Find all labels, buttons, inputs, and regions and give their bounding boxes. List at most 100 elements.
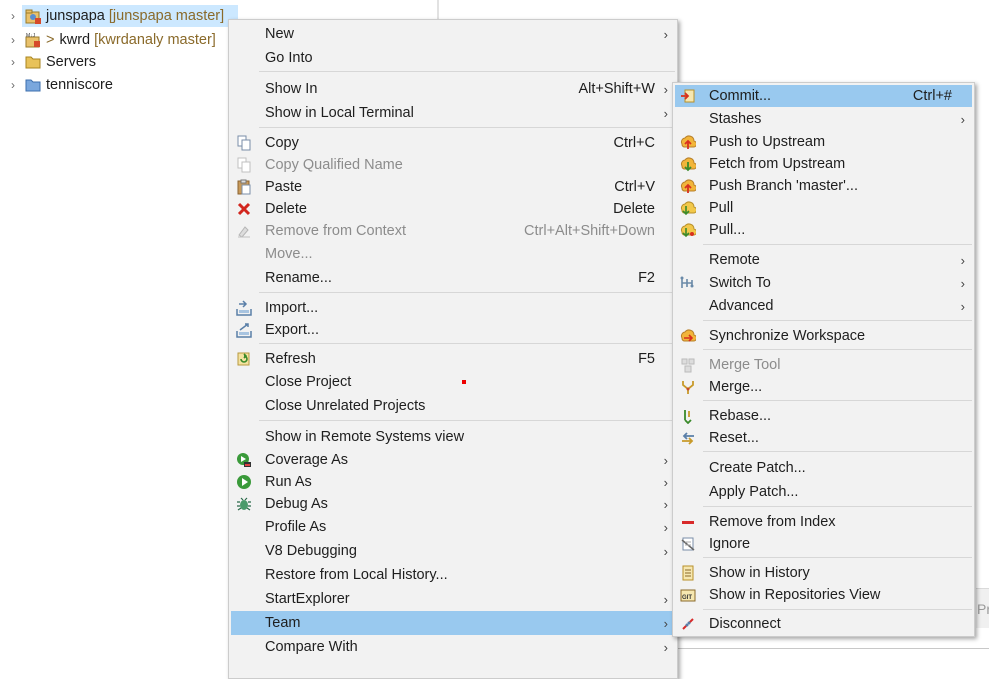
menu-item-export[interactable]: Export... <box>231 319 675 341</box>
menu-item-profile-as[interactable]: Profile As › <box>231 516 675 538</box>
menu-item-show-in-remote-systems-view[interactable]: Show in Remote Systems view <box>231 426 675 448</box>
import-icon <box>235 299 253 317</box>
copy-qualified-icon <box>235 156 253 174</box>
reset-icon <box>679 429 697 447</box>
menu-item-create-patch[interactable]: Create Patch... <box>675 457 972 479</box>
menu-item-go-into[interactable]: Go Into <box>231 47 675 69</box>
refresh-icon <box>235 350 253 368</box>
submenu-arrow-icon: › <box>663 105 668 121</box>
menu-item-push-branch[interactable]: Push Branch 'master'... <box>675 175 972 197</box>
menu-item-commit[interactable]: Commit... Ctrl+# <box>675 85 972 107</box>
menu-item-remote[interactable]: Remote › <box>675 249 972 271</box>
properties-view-tab[interactable]: Pro <box>976 588 989 628</box>
menu-item-disconnect[interactable]: Disconnect <box>675 613 972 635</box>
export-icon <box>235 321 253 339</box>
chevron-right-icon[interactable]: › <box>7 78 19 92</box>
menu-item-show-in-repositories-view[interactable]: GIT Show in Repositories View <box>675 584 972 606</box>
menu-item-move[interactable]: Move... <box>231 243 675 265</box>
menu-item-copy[interactable]: Copy Ctrl+C <box>231 132 675 154</box>
closed-project-folder-icon <box>25 77 41 93</box>
debug-bug-icon <box>235 495 253 513</box>
menu-item-pull[interactable]: Pull <box>675 197 972 219</box>
paste-icon <box>235 178 253 196</box>
menu-item-copy-qualified-name[interactable]: Copy Qualified Name <box>231 154 675 176</box>
maven-project-icon: M↓J <box>25 32 41 48</box>
partial-tab-label: Pro <box>977 601 989 617</box>
view-border <box>678 648 989 649</box>
menu-separator <box>703 506 972 507</box>
run-icon <box>235 473 253 491</box>
submenu-arrow-icon: › <box>960 111 965 127</box>
history-icon <box>679 564 697 582</box>
menu-item-team[interactable]: Team › <box>231 611 675 635</box>
menu-item-apply-patch[interactable]: Apply Patch... <box>675 481 972 503</box>
menu-item-ignore[interactable]: Ignore <box>675 533 972 555</box>
menu-item-pull-dialog[interactable]: Pull... <box>675 219 972 241</box>
menu-item-v8-debugging[interactable]: V8 Debugging › <box>231 540 675 562</box>
menu-item-reset[interactable]: Reset... <box>675 427 972 449</box>
menu-item-refresh[interactable]: Refresh F5 <box>231 348 675 370</box>
submenu-arrow-icon: › <box>663 615 668 631</box>
team-submenu: Commit... Ctrl+# Stashes › Push to Upstr… <box>672 82 975 637</box>
menu-item-import[interactable]: Import... <box>231 297 675 319</box>
menu-item-merge[interactable]: Merge... <box>675 376 972 398</box>
menu-item-restore-from-local-history[interactable]: Restore from Local History... <box>231 564 675 586</box>
tree-item-junspapa[interactable]: › junspapa [junspapa master] <box>0 5 238 27</box>
delete-x-icon <box>235 200 253 218</box>
chevron-right-icon[interactable]: › <box>7 9 19 23</box>
menu-item-advanced[interactable]: Advanced › <box>675 295 972 317</box>
chevron-right-icon[interactable]: › <box>7 33 19 47</box>
menu-item-show-in-local-terminal[interactable]: Show in Local Terminal › <box>231 102 675 124</box>
chevron-right-icon[interactable]: › <box>7 55 19 69</box>
menu-item-remove-from-context[interactable]: Remove from Context Ctrl+Alt+Shift+Down <box>231 220 675 242</box>
menu-item-remove-from-index[interactable]: Remove from Index <box>675 511 972 533</box>
menu-item-show-in[interactable]: Show In Alt+Shift+W › <box>231 78 675 100</box>
svg-text:M↓J: M↓J <box>26 33 36 39</box>
menu-item-run-as[interactable]: Run As › <box>231 471 675 493</box>
tree-item-kwrd[interactable]: › M↓J > kwrd [kwrdanaly master] <box>0 29 216 51</box>
menu-separator <box>703 609 972 610</box>
tree-item-label: tenniscore <box>46 77 113 93</box>
menu-item-new[interactable]: New › <box>231 23 675 45</box>
menu-item-close-project[interactable]: Close Project <box>231 371 675 393</box>
menu-item-show-in-history[interactable]: Show in History <box>675 562 972 584</box>
submenu-arrow-icon: › <box>663 543 668 559</box>
merge-icon <box>679 378 697 396</box>
explorer-divider <box>437 0 439 20</box>
remove-minus-icon <box>679 513 697 531</box>
menu-separator <box>703 320 972 321</box>
git-repository-icon: GIT <box>679 586 697 604</box>
git-branch-decoration: [kwrdanaly master] <box>94 32 216 48</box>
menu-item-push-to-upstream[interactable]: Push to Upstream <box>675 131 972 153</box>
menu-item-startexplorer[interactable]: StartExplorer › <box>231 588 675 610</box>
menu-item-synchronize-workspace[interactable]: Synchronize Workspace <box>675 325 972 347</box>
menu-item-switch-to[interactable]: Switch To › <box>675 272 972 294</box>
folder-icon <box>25 54 41 70</box>
menu-item-debug-as[interactable]: Debug As › <box>231 493 675 515</box>
merge-tool-icon <box>679 356 697 374</box>
disconnect-icon <box>679 615 697 633</box>
menu-separator <box>259 420 675 421</box>
menu-item-fetch-from-upstream[interactable]: Fetch from Upstream <box>675 153 972 175</box>
menu-item-compare-with[interactable]: Compare With › <box>231 636 675 658</box>
menu-item-paste[interactable]: Paste Ctrl+V <box>231 176 675 198</box>
menu-item-stashes[interactable]: Stashes › <box>675 108 972 130</box>
tree-item-tenniscore[interactable]: › tenniscore <box>0 74 113 96</box>
tree-item-servers[interactable]: › Servers <box>0 51 96 73</box>
submenu-arrow-icon: › <box>663 81 668 97</box>
submenu-arrow-icon: › <box>663 26 668 42</box>
tree-item-label: junspapa <box>46 8 105 24</box>
menu-item-merge-tool[interactable]: Merge Tool <box>675 354 972 376</box>
menu-item-delete[interactable]: Delete Delete <box>231 198 675 220</box>
menu-separator <box>703 451 972 452</box>
submenu-arrow-icon: › <box>663 519 668 535</box>
push-icon <box>679 133 697 151</box>
menu-separator <box>703 400 972 401</box>
switch-branch-icon <box>679 274 697 292</box>
synchronize-icon <box>679 327 697 345</box>
menu-item-rename[interactable]: Rename... F2 <box>231 267 675 289</box>
menu-item-close-unrelated-projects[interactable]: Close Unrelated Projects <box>231 395 675 417</box>
menu-item-rebase[interactable]: Rebase... <box>675 405 972 427</box>
submenu-arrow-icon: › <box>663 452 668 468</box>
menu-item-coverage-as[interactable]: Coverage As › <box>231 449 675 471</box>
